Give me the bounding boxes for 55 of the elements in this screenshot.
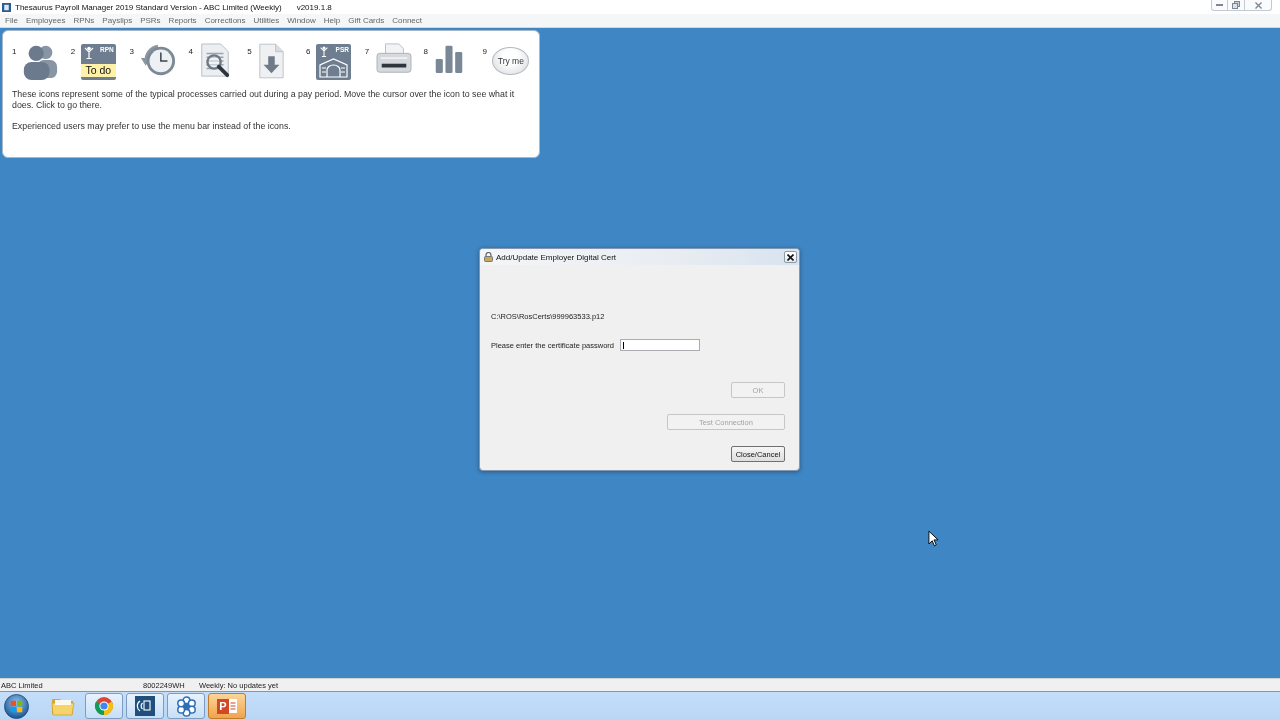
flower-icon <box>175 695 197 717</box>
menu-item[interactable]: PSRs <box>140 16 161 25</box>
version-label: v2019.1.8 <box>296 2 332 12</box>
close-icon <box>1254 1 1262 9</box>
figure-icon <box>319 46 329 57</box>
menu-item[interactable]: Corrections <box>204 16 246 25</box>
menu-item[interactable]: RPNs <box>73 16 95 25</box>
menu-item[interactable]: Window <box>287 16 316 25</box>
shortcut-number: 9 <box>482 47 488 56</box>
dialog-close-button[interactable] <box>784 251 797 263</box>
shortcut-number: 6 <box>306 47 312 56</box>
minimize-button[interactable] <box>1211 0 1228 11</box>
document-tile-icon <box>135 696 155 716</box>
restore-button[interactable] <box>1228 0 1245 11</box>
taskbar-button[interactable] <box>126 693 164 719</box>
panel-hint: Experienced users may prefer to use the menu bar instead of the icons. <box>12 121 292 132</box>
menu-item[interactable]: Gift Cards <box>348 16 385 25</box>
building-icon <box>318 58 349 78</box>
window-title: Thesaurus Payroll Manager 2019 Standard Version - ABC Limited (Weekly) <box>15 2 282 12</box>
slide-icon <box>229 699 237 713</box>
panel-description: These icons represent some of the typical processes carried out during a pay period. Move the cursor over the icon to see what it does. Click to go there. <box>12 89 516 111</box>
shortcut-number: 2 <box>70 47 77 56</box>
close-button[interactable] <box>1245 0 1272 11</box>
menu-item[interactable]: Reports <box>168 16 197 25</box>
start-button[interactable] <box>4 693 29 719</box>
shortcut-number: 1 <box>12 47 18 56</box>
try-me-button[interactable]: Try me <box>492 47 530 75</box>
menu-item[interactable]: Employees <box>25 16 66 25</box>
menu-item[interactable]: Help <box>323 16 341 25</box>
restore-icon <box>1232 1 1240 9</box>
close-icon <box>787 253 794 261</box>
document-download-icon[interactable] <box>257 42 286 80</box>
menu-item[interactable]: Connect <box>392 16 423 25</box>
shortcut-number: 8 <box>423 47 430 56</box>
shortcut-number: 7 <box>364 47 371 56</box>
menu-item[interactable]: Payslips <box>102 16 133 25</box>
folder-icon <box>51 696 75 716</box>
shortcut-number: 4 <box>188 47 194 56</box>
taskbar-button[interactable] <box>85 693 123 719</box>
mouse-pointer-icon <box>928 530 939 547</box>
padlock-icon <box>484 252 493 262</box>
password-field[interactable] <box>620 339 700 351</box>
circle-logo-icon <box>94 696 114 716</box>
shortcut-number: 5 <box>247 47 253 56</box>
menu-item[interactable]: Utilities <box>253 16 280 25</box>
menu-item[interactable]: File <box>5 16 18 25</box>
dialog-title: Add/Update Employer Digital Cert <box>496 252 617 262</box>
minimize-icon <box>1216 4 1223 6</box>
figure-icon <box>83 46 94 59</box>
app-icon <box>2 2 11 12</box>
clock-icon[interactable] <box>139 42 176 78</box>
shortcut-number: 3 <box>129 47 136 56</box>
taskbar-button[interactable] <box>167 693 205 719</box>
printer-icon[interactable] <box>374 42 413 76</box>
taskbar-button[interactable]: P <box>208 693 246 719</box>
